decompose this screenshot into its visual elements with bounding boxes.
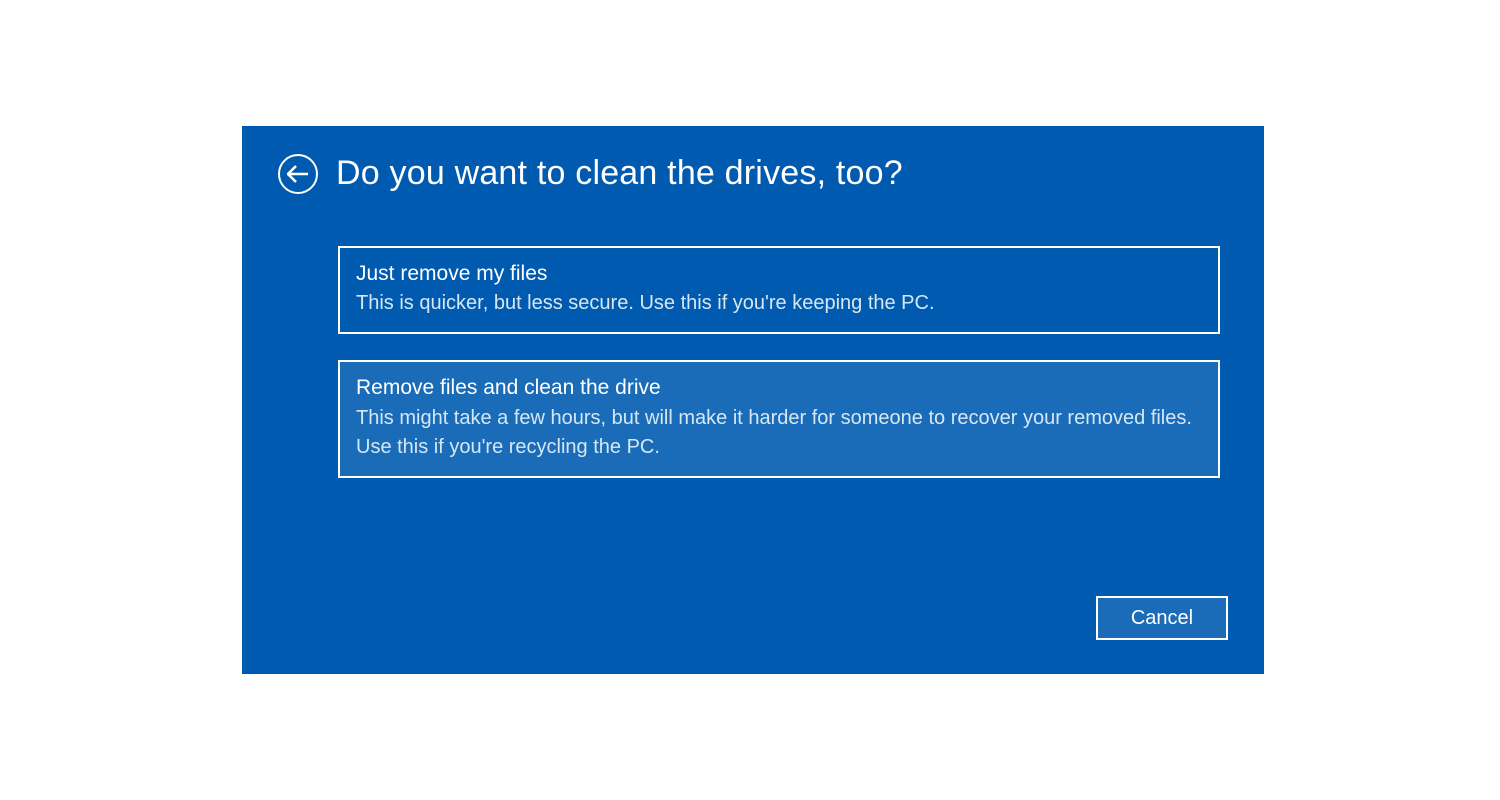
option-title: Just remove my files <box>356 260 1202 287</box>
dialog-footer: Cancel <box>1096 596 1228 640</box>
options-list: Just remove my files This is quicker, bu… <box>338 246 1220 504</box>
back-button[interactable] <box>278 154 318 194</box>
cancel-button[interactable]: Cancel <box>1096 596 1228 640</box>
dialog-title: Do you want to clean the drives, too? <box>336 155 903 192</box>
option-just-remove-files[interactable]: Just remove my files This is quicker, bu… <box>338 246 1220 334</box>
option-remove-and-clean[interactable]: Remove files and clean the drive This mi… <box>338 360 1220 477</box>
option-description: This is quicker, but less secure. Use th… <box>356 289 1202 318</box>
arrow-left-icon <box>287 165 309 183</box>
option-description: This might take a few hours, but will ma… <box>356 404 1202 462</box>
dialog-header: Do you want to clean the drives, too? <box>278 154 903 194</box>
reset-pc-dialog: Do you want to clean the drives, too? Ju… <box>242 126 1264 674</box>
option-title: Remove files and clean the drive <box>356 374 1202 401</box>
